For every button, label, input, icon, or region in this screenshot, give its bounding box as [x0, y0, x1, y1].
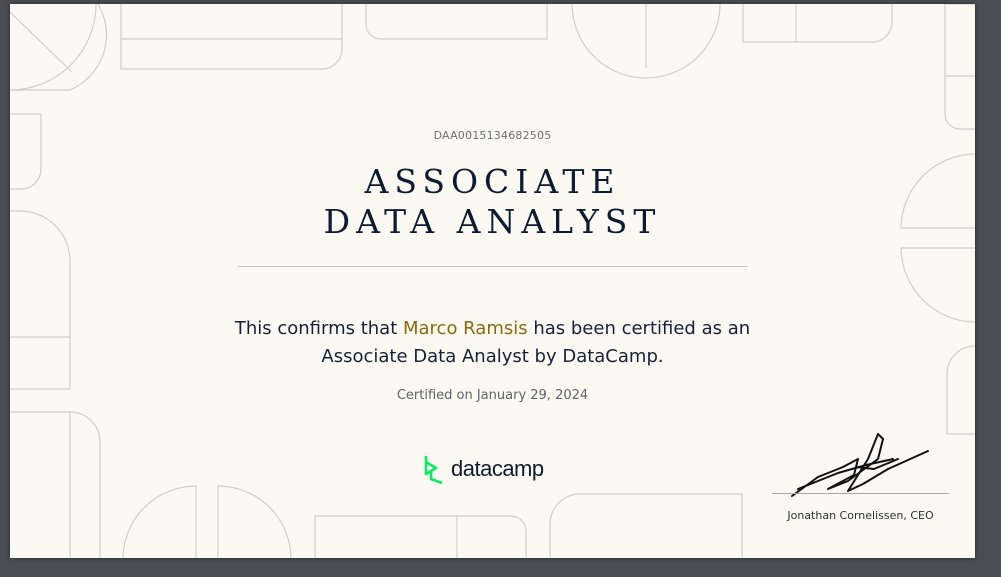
- statement-middle: has been certified as an: [527, 318, 751, 339]
- signer-name: Jonathan Cornelissen, CEO: [787, 509, 934, 522]
- recipient-name: Marco Ramsis: [402, 318, 528, 339]
- certificate-page: DAA0015134682505 ASSOCIATE DATA ANALYST …: [10, 4, 975, 558]
- datacamp-logo: datacamp: [423, 453, 544, 485]
- logo-wordmark: datacamp: [451, 456, 544, 481]
- certificate-id: DAA0015134682505: [433, 129, 552, 142]
- certificate-title-line1: ASSOCIATE: [364, 162, 621, 201]
- statement-line2: Associate Data Analyst by DataCamp.: [321, 346, 664, 367]
- certificate-title-line2: DATA ANALYST: [323, 202, 662, 241]
- title-divider: [238, 266, 748, 267]
- certified-date: Certified on January 29, 2024: [396, 388, 589, 403]
- signature-line: [772, 493, 949, 494]
- statement-line1: This confirms that Marco Ramsis has been…: [10, 315, 975, 343]
- statement-prefix: This confirms that: [234, 318, 403, 339]
- certification-statement: This confirms that Marco Ramsis has been…: [10, 315, 975, 371]
- datacamp-logo-icon: [424, 456, 443, 484]
